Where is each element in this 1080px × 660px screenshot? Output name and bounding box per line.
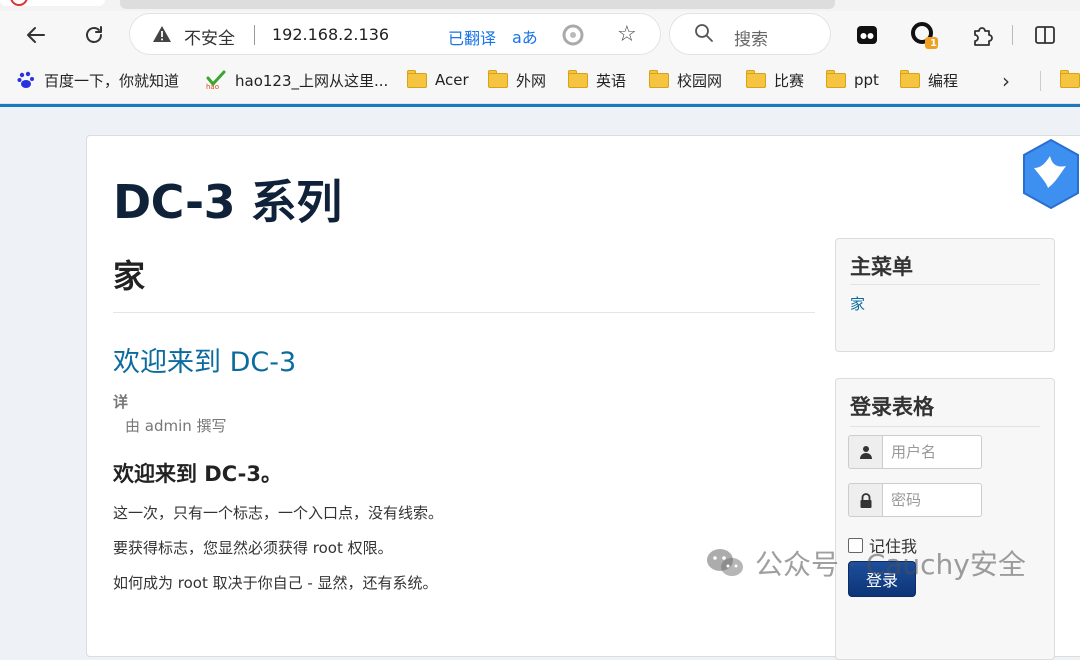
article-details-label: 详 xyxy=(113,393,129,411)
page-heading: 家 xyxy=(113,257,146,295)
wechat-icon xyxy=(707,549,743,576)
hao123-icon: hao xyxy=(206,70,226,90)
bookmark-label: hao123_上网从这里... xyxy=(235,71,389,90)
split-screen-button[interactable] xyxy=(1029,19,1061,51)
folder-icon xyxy=(1060,69,1080,88)
bookmark-label: 英语 xyxy=(596,71,627,90)
svg-text:hao: hao xyxy=(206,83,219,90)
translate-icon[interactable]: aあ xyxy=(512,24,538,48)
security-label[interactable]: 不安全 xyxy=(184,24,235,49)
bookmarks-bar: 百度一下，你就知道 hao hao123_上网从这里... Acer 外网 英语… xyxy=(0,59,1080,104)
toolbar-divider xyxy=(1012,25,1013,45)
address-separator xyxy=(254,25,255,45)
bookmark-item[interactable]: ppt xyxy=(826,69,879,91)
extension-badge-count: 1 xyxy=(930,38,937,49)
password-input[interactable] xyxy=(882,483,982,517)
bookmarks-overflow-chevron-icon[interactable]: › xyxy=(1002,69,1010,93)
bookmark-label: ppt xyxy=(854,71,879,89)
search-placeholder: 搜索 xyxy=(734,30,768,50)
watermark-text: 公众号 · Cauchy安全 xyxy=(755,548,1026,581)
bookmark-item-overflow[interactable] xyxy=(1060,69,1080,91)
article-paragraph: 如何成为 root 取决于你自己 - 显然，还有系统。 xyxy=(113,574,438,592)
split-screen-icon xyxy=(1035,26,1055,44)
username-group xyxy=(848,435,982,469)
tab-strip xyxy=(0,0,1080,11)
login-module: 登录表格 记住我 登录 xyxy=(835,378,1055,660)
folder-icon xyxy=(407,69,427,88)
search-box[interactable]: 搜索 xyxy=(670,14,830,54)
warning-icon[interactable] xyxy=(152,24,172,44)
address-bar[interactable]: 不安全 192.168.2.136 已翻译 aあ ☆ xyxy=(130,14,660,54)
puzzle-icon xyxy=(974,27,993,46)
page-body: DC-3 系列 家 欢迎来到 DC-3 详 由 admin 撰写 欢迎来到 DC… xyxy=(0,107,1080,660)
login-form-title: 登录表格 xyxy=(850,395,934,419)
folder-icon xyxy=(746,69,766,88)
extensions-menu-button[interactable] xyxy=(966,19,998,51)
bookmark-item[interactable]: hao hao123_上网从这里... xyxy=(205,69,388,91)
password-group xyxy=(848,483,982,517)
folder-icon xyxy=(568,69,588,88)
bookmark-item[interactable]: 百度一下，你就知道 xyxy=(16,69,179,91)
bookmark-item[interactable]: 比赛 xyxy=(746,69,804,91)
article-paragraph: 要获得标志，您显然必须获得 root 权限。 xyxy=(113,539,393,557)
url-text[interactable]: 192.168.2.136 xyxy=(272,25,389,44)
folder-icon xyxy=(649,69,669,88)
bookmark-label: 比赛 xyxy=(774,71,805,90)
back-arrow-icon xyxy=(27,27,45,43)
bookmark-item[interactable]: 外网 xyxy=(488,69,546,91)
tab-inactive[interactable] xyxy=(120,0,835,9)
site-title[interactable]: DC-3 系列 xyxy=(113,166,342,232)
extension-button-2[interactable]: 1 xyxy=(908,19,940,51)
bookmark-label: 百度一下，你就知道 xyxy=(44,71,180,90)
folder-icon xyxy=(488,69,508,88)
article-author: 由 admin 撰写 xyxy=(125,417,227,435)
bookmark-item[interactable]: 编程 xyxy=(900,69,958,91)
user-icon xyxy=(848,435,882,469)
bookmark-item[interactable]: Acer xyxy=(407,69,469,91)
favorite-star-icon[interactable]: ☆ xyxy=(617,22,637,47)
bookmark-item[interactable]: 英语 xyxy=(568,69,626,91)
baidu-icon xyxy=(17,71,34,88)
article-heading: 欢迎来到 DC-3。 xyxy=(113,462,282,486)
bookmark-label: 编程 xyxy=(928,71,959,90)
browser-toolbar: 不安全 192.168.2.136 已翻译 aあ ☆ 搜索 1 xyxy=(0,11,1080,59)
extension-button-1[interactable] xyxy=(851,19,883,51)
translated-label[interactable]: 已翻译 xyxy=(448,25,496,49)
search-icon xyxy=(695,24,713,42)
extension-icon xyxy=(857,26,877,44)
bookmark-item[interactable]: 校园网 xyxy=(649,69,722,91)
folder-icon xyxy=(826,69,846,88)
bird-logo-icon[interactable] xyxy=(1020,138,1080,210)
tab-active[interactable] xyxy=(0,0,105,6)
main-menu-title: 主菜单 xyxy=(850,255,913,279)
lock-icon xyxy=(848,483,882,517)
tab-close-icon[interactable] xyxy=(10,0,28,6)
article-title-link[interactable]: 欢迎来到 DC-3 xyxy=(113,340,296,379)
username-input[interactable] xyxy=(882,435,982,469)
heading-divider xyxy=(113,312,815,313)
reload-button[interactable] xyxy=(76,17,112,53)
bookmark-label: 校园网 xyxy=(677,71,723,90)
module-divider xyxy=(850,426,1040,427)
main-menu-module: 主菜单 家 xyxy=(835,238,1055,352)
article-paragraph: 这一次，只有一个标志，一个入口点，没有线索。 xyxy=(113,504,444,522)
bookmarks-divider xyxy=(1040,71,1041,91)
bookmark-label: 外网 xyxy=(516,71,547,90)
reload-icon xyxy=(86,26,102,43)
folder-icon xyxy=(900,69,920,88)
read-aloud-icon[interactable] xyxy=(562,24,584,46)
watermark: 公众号 · Cauchy安全 xyxy=(705,543,1026,583)
back-button[interactable] xyxy=(18,17,54,53)
menu-item-home[interactable]: 家 xyxy=(850,293,865,314)
module-divider xyxy=(850,284,1040,285)
bookmark-label: Acer xyxy=(435,71,469,89)
